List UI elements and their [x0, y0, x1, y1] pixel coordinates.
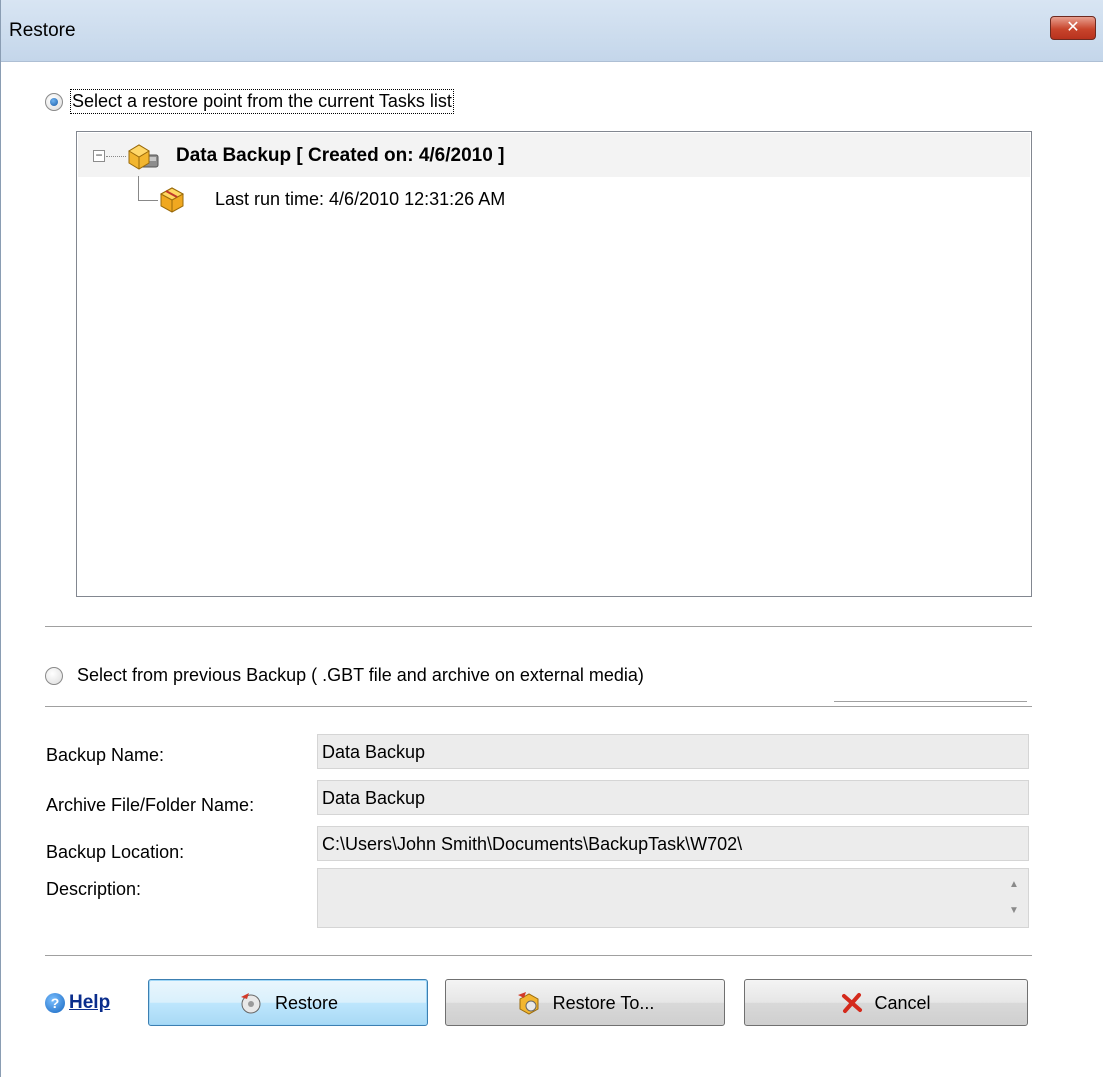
backup-location-field: C:\Users\John Smith\Documents\BackupTask… — [317, 826, 1029, 861]
restore-to-icon — [517, 992, 539, 1015]
backup-task-icon — [128, 144, 159, 170]
tasks-list-option-label[interactable]: Select a restore point from the current … — [70, 89, 454, 114]
restore-button[interactable]: Restore — [148, 979, 428, 1026]
restore-button-label: Restore — [274, 992, 339, 1013]
separator — [45, 955, 1032, 957]
task-label[interactable]: Data Backup [ Created on: 4/6/2010 ] — [176, 145, 504, 167]
cancel-button[interactable]: Cancel — [744, 979, 1028, 1026]
scroll-up-icon[interactable]: ▲ — [1008, 879, 1020, 890]
tasks-list-radio[interactable] — [45, 93, 63, 111]
run-time-label[interactable]: Last run time: 4/6/2010 12:31:26 AM — [215, 189, 505, 210]
backup-name-field: Data Backup — [317, 734, 1029, 769]
restore-point-tree[interactable]: − Data Backup [ Created on: 4/6/2010 ] L… — [76, 131, 1032, 597]
scroll-down-icon[interactable]: ▼ — [1008, 905, 1020, 916]
help-icon[interactable]: ? — [45, 993, 65, 1013]
archive-name-field: Data Backup — [317, 780, 1029, 815]
close-button[interactable]: ✕ — [1050, 16, 1096, 40]
description-field: ▲ ▼ — [317, 868, 1029, 928]
window-title: Restore — [9, 20, 76, 41]
description-label: Description: — [46, 879, 142, 899]
collapse-icon[interactable]: − — [93, 149, 105, 162]
cancel-x-icon — [842, 993, 863, 1014]
tree-connector — [106, 156, 126, 157]
restore-dialog: Restore ✕ Select a restore point from th… — [0, 0, 1103, 1077]
backup-archive-icon — [159, 187, 185, 213]
previous-backup-radio[interactable] — [45, 667, 63, 685]
tree-connector — [138, 200, 158, 201]
separator — [45, 706, 1032, 708]
restore-to-button[interactable]: Restore To... — [445, 979, 725, 1026]
backup-location-label: Backup Location: — [46, 842, 185, 862]
tree-node-task[interactable]: − Data Backup [ Created on: 4/6/2010 ] — [78, 133, 1030, 177]
help-link[interactable]: Help — [69, 992, 110, 1014]
archive-name-label: Archive File/Folder Name: — [46, 795, 255, 815]
tree-connector — [138, 176, 139, 200]
restore-to-button-label: Restore To... — [552, 992, 655, 1013]
previous-backup-option-label[interactable]: Select from previous Backup ( .GBT file … — [77, 665, 644, 686]
restore-icon — [240, 993, 261, 1014]
title-bar: Restore ✕ — [1, 0, 1103, 62]
cancel-button-label: Cancel — [874, 992, 931, 1013]
separator — [45, 626, 1032, 628]
backup-name-label: Backup Name: — [46, 745, 165, 765]
separator-short — [834, 701, 1027, 703]
